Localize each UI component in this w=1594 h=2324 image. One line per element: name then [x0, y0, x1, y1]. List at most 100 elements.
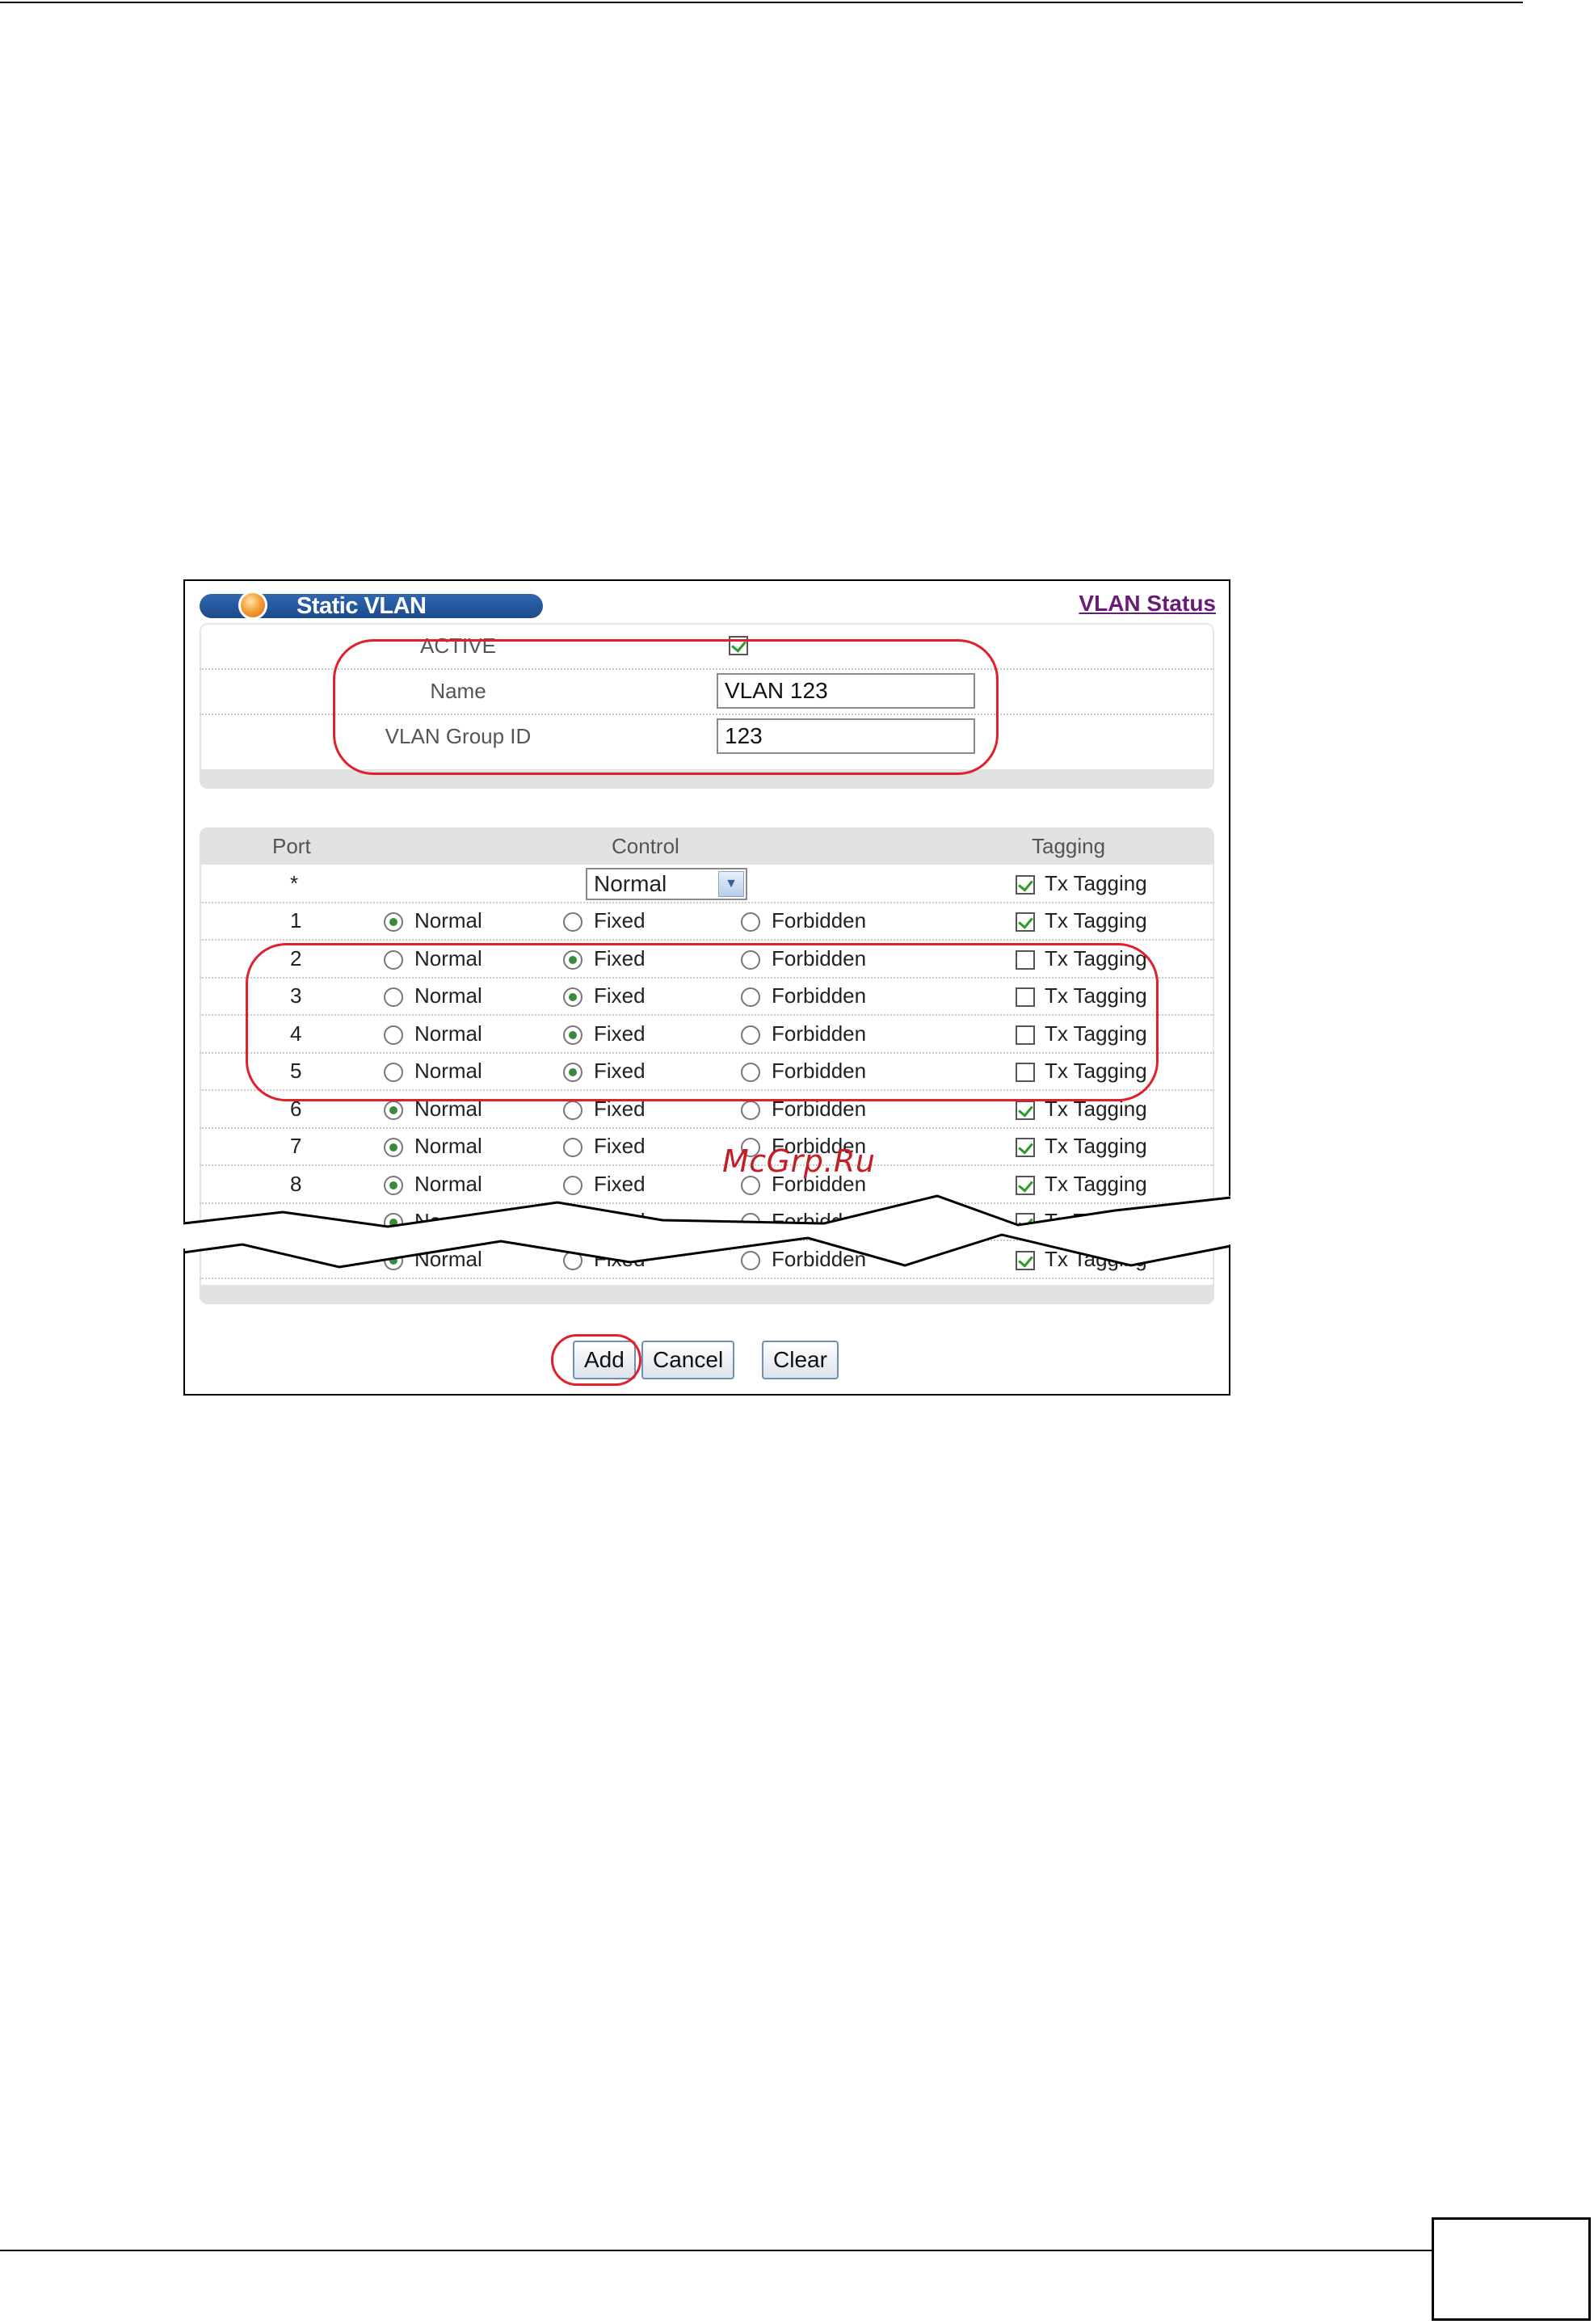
radio-forbidden[interactable]	[741, 1025, 760, 1045]
radio-fixed[interactable]	[563, 1100, 583, 1120]
control-option-normal[interactable]: Normal	[384, 1090, 482, 1127]
tx-tagging-checkbox[interactable]	[1016, 949, 1035, 970]
port-row: 5 Normal Fixed Forbidden Tx Tagging	[200, 1052, 1214, 1091]
tagging-cell: Tx Tagging	[1016, 940, 1147, 977]
option-label-forbidden: Forbidden	[772, 1096, 867, 1121]
control-option-fixed[interactable]: Fixed	[563, 977, 646, 1014]
radio-forbidden[interactable]	[741, 1063, 760, 1083]
port-number: 2	[290, 945, 302, 970]
tx-tagging-checkbox[interactable]	[1016, 1213, 1035, 1233]
control-option-normal[interactable]: Normal	[384, 1127, 482, 1164]
radio-normal[interactable]	[384, 1100, 403, 1120]
radio-fixed[interactable]	[563, 1025, 583, 1045]
radio-forbidden[interactable]	[741, 1100, 760, 1120]
control-option-normal[interactable]: Normal	[384, 1240, 482, 1278]
panel-title-bar: Static VLAN	[200, 591, 543, 620]
control-option-forbidden[interactable]: Forbidden	[741, 940, 866, 977]
radio-normal[interactable]	[384, 1063, 403, 1083]
port-table-header: Port Control Tagging	[200, 827, 1214, 865]
control-option-normal[interactable]: Normal	[384, 1165, 482, 1202]
radio-fixed[interactable]	[563, 1138, 583, 1158]
add-button[interactable]: Add	[573, 1341, 636, 1379]
tx-tagging-checkbox[interactable]	[1016, 1100, 1035, 1120]
tx-tagging-label: Tx Tagging	[1045, 1134, 1147, 1158]
radio-fixed[interactable]	[563, 912, 583, 933]
control-option-forbidden[interactable]: Forbidden	[741, 1202, 866, 1240]
option-label-normal: Normal	[414, 908, 482, 933]
radio-forbidden[interactable]	[741, 987, 760, 1008]
control-option-normal[interactable]: Normal	[384, 1202, 482, 1240]
tx-tagging-checkbox[interactable]	[1016, 875, 1035, 895]
active-label: ACTIVE	[420, 634, 496, 658]
option-label-forbidden: Forbidden	[772, 983, 867, 1008]
control-option-normal[interactable]: Normal	[384, 1052, 482, 1089]
control-option-normal[interactable]: Normal	[384, 940, 482, 977]
tx-tagging-checkbox[interactable]	[1016, 1063, 1035, 1083]
control-option-fixed[interactable]: Fixed	[563, 1165, 646, 1202]
option-label-fixed: Fixed	[594, 908, 646, 933]
control-option-forbidden[interactable]: Forbidden	[741, 1090, 866, 1127]
radio-normal[interactable]	[384, 1213, 403, 1233]
port-row: 3 Normal Fixed Forbidden Tx Tagging	[200, 977, 1214, 1016]
radio-fixed[interactable]	[563, 949, 583, 970]
control-option-normal[interactable]: Normal	[384, 1015, 482, 1052]
radio-fixed[interactable]	[563, 987, 583, 1008]
option-label-normal: Normal	[414, 1209, 482, 1233]
tx-tagging-checkbox[interactable]	[1016, 1175, 1035, 1195]
radio-normal[interactable]	[384, 1175, 403, 1195]
control-option-fixed[interactable]: Fixed	[563, 1052, 646, 1089]
tx-tagging-label: Tx Tagging	[1045, 945, 1147, 970]
control-option-fixed[interactable]: Fixed	[563, 940, 646, 977]
control-option-fixed[interactable]: Fixed	[563, 1015, 646, 1052]
radio-forbidden[interactable]	[741, 1213, 760, 1233]
control-option-fixed[interactable]: Fixed	[563, 1240, 646, 1278]
tagging-cell: Tx Tagging	[1016, 865, 1147, 902]
panel-title: Static VLAN	[297, 593, 427, 619]
control-option-forbidden[interactable]: Forbidden	[741, 1052, 866, 1089]
radio-fixed[interactable]	[563, 1213, 583, 1233]
radio-forbidden[interactable]	[741, 1250, 760, 1270]
group-id-label: VLAN Group ID	[385, 724, 532, 748]
tx-tagging-checkbox[interactable]	[1016, 912, 1035, 933]
tx-tagging-checkbox[interactable]	[1016, 987, 1035, 1008]
option-label-fixed: Fixed	[594, 1246, 646, 1271]
radio-fixed[interactable]	[563, 1175, 583, 1195]
control-option-forbidden[interactable]: Forbidden	[741, 1240, 866, 1278]
vlan-status-link[interactable]: VLAN Status	[1079, 591, 1216, 617]
control-option-forbidden[interactable]: Forbidden	[741, 902, 866, 939]
name-input[interactable]	[717, 673, 975, 709]
radio-normal[interactable]	[384, 949, 403, 970]
radio-normal[interactable]	[384, 987, 403, 1008]
tx-tagging-checkbox[interactable]	[1016, 1250, 1035, 1270]
control-option-fixed[interactable]: Fixed	[563, 1202, 646, 1240]
control-option-forbidden[interactable]: Forbidden	[741, 1015, 866, 1052]
control-option-forbidden[interactable]: Forbidden	[741, 977, 866, 1014]
radio-normal[interactable]	[384, 1025, 403, 1045]
control-option-normal[interactable]: Normal	[384, 902, 482, 939]
control-all-select[interactable]: Normal ▼	[586, 868, 747, 900]
option-label-forbidden: Forbidden	[772, 1021, 867, 1046]
radio-normal[interactable]	[384, 1138, 403, 1158]
radio-normal[interactable]	[384, 912, 403, 933]
control-option-normal[interactable]: Normal	[384, 977, 482, 1014]
radio-forbidden[interactable]	[741, 912, 760, 933]
orb-icon	[238, 591, 267, 620]
port-row-all: * Normal ▼ Tx Tagging	[200, 865, 1214, 903]
radio-fixed[interactable]	[563, 1250, 583, 1270]
tx-tagging-checkbox[interactable]	[1016, 1025, 1035, 1045]
clear-button[interactable]: Clear	[762, 1341, 839, 1379]
control-option-fixed[interactable]: Fixed	[563, 902, 646, 939]
group-id-input[interactable]	[717, 718, 975, 754]
radio-normal[interactable]	[384, 1250, 403, 1270]
watermark-text: McGrp.Ru	[722, 1143, 876, 1179]
radio-fixed[interactable]	[563, 1063, 583, 1083]
active-checkbox[interactable]	[729, 636, 748, 655]
tx-tagging-checkbox[interactable]	[1016, 1138, 1035, 1158]
tagging-cell: Tx Tagging	[1016, 1052, 1147, 1089]
control-option-fixed[interactable]: Fixed	[563, 1127, 646, 1164]
cancel-button[interactable]: Cancel	[641, 1341, 735, 1379]
page-number-box	[1432, 2217, 1591, 2321]
port-row: 7 Normal Fixed Forbidden Tx Tagging	[200, 1127, 1214, 1166]
control-option-fixed[interactable]: Fixed	[563, 1090, 646, 1127]
radio-forbidden[interactable]	[741, 949, 760, 970]
